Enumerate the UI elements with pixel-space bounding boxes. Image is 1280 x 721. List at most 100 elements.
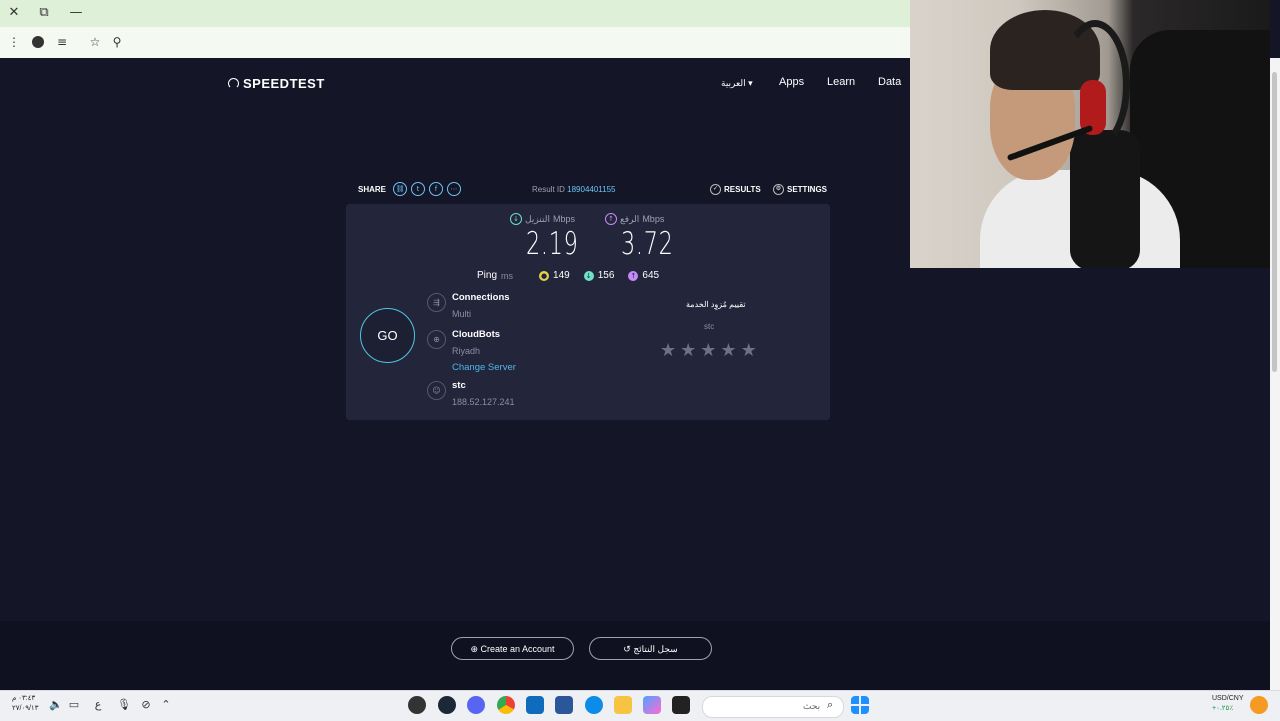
rate-provider-isp: stc <box>704 322 715 331</box>
speaker-icon[interactable]: 🔈 <box>48 697 64 713</box>
speedtest-logo[interactable]: SPEEDTEST <box>228 76 325 91</box>
result-id-label: Result ID <box>532 185 565 194</box>
results-button[interactable]: ✓ RESULTS <box>710 184 761 195</box>
currency-pair: USD/CNY <box>1212 695 1244 702</box>
camera-off-icon[interactable]: ⊘ <box>138 697 154 713</box>
results-history-button[interactable]: ↺ سجل النتائج <box>589 637 712 660</box>
restore-window-button[interactable]: ⧉ <box>34 4 54 22</box>
results-label: RESULTS <box>724 185 761 194</box>
rating-star-4[interactable]: ★ <box>720 340 736 361</box>
taskbar-search[interactable]: بحث ⌕ <box>702 696 844 718</box>
location-icon[interactable]: ⚲ <box>108 33 126 51</box>
discord-app-icon[interactable] <box>467 696 485 714</box>
browser-titlebar: ✕ ⧉ — <box>0 0 910 27</box>
copilot-app-icon[interactable] <box>643 696 661 714</box>
obs-app-icon[interactable] <box>408 696 426 714</box>
speedometer-icon <box>228 78 239 89</box>
download-arrow-icon: ↓ <box>510 213 522 225</box>
microphone-icon[interactable]: 🎙 <box>116 697 132 713</box>
history-icon: ↺ <box>623 644 634 654</box>
ping-download: ↓ 156 <box>583 270 615 281</box>
ping-unit: ms <box>501 270 514 281</box>
steam-app-icon[interactable] <box>438 696 456 714</box>
results-history-label: سجل النتائج <box>633 644 678 654</box>
more-icon[interactable]: ⋯ <box>447 182 462 196</box>
taskbar-clock[interactable]: ٠٣:٤٣ م ٢٧/٠٩/١٣ <box>12 694 38 714</box>
rating-star-3[interactable]: ★ <box>700 340 716 361</box>
ping-idle: ● 149 <box>539 270 570 281</box>
clock-date: ٢٧/٠٩/١٣ <box>12 705 39 712</box>
facebook-icon[interactable]: f <box>429 182 444 196</box>
twitter-icon[interactable]: t <box>411 182 426 196</box>
bookmark-star-icon[interactable]: ☆ <box>86 33 104 51</box>
isp-name: stc <box>452 380 466 391</box>
go-button[interactable]: GO <box>360 308 415 363</box>
download-speed-value: 2.19 <box>526 226 579 262</box>
language-selector[interactable]: العربية ▾ <box>721 78 753 89</box>
rating-star-2[interactable]: ★ <box>680 340 696 361</box>
result-id: Result ID 18904401155 <box>532 185 616 194</box>
globe-icon: ⊕ <box>427 330 446 349</box>
chevron-up-icon[interactable]: ⌃ <box>158 697 174 713</box>
link-icon[interactable]: ⛓ <box>393 182 408 196</box>
upload-unit: Mbps <box>642 214 665 224</box>
rating-star-1[interactable]: ★ <box>660 340 676 361</box>
input-language[interactable]: ع <box>90 697 106 713</box>
nav-apps[interactable]: Apps <box>779 76 804 88</box>
upload-header: ↑ الرفع Mbps <box>605 213 664 225</box>
weather-widget-icon[interactable] <box>1250 696 1268 714</box>
share-bar: SHARE ⛓ t f ⋯ <box>358 182 462 196</box>
check-circle-icon: ✓ <box>710 184 721 195</box>
nav-learn[interactable]: Learn <box>827 76 855 88</box>
settings-label: SETTINGS <box>787 185 828 194</box>
result-panel: ↓ التنزيل Mbps ↑ الرفع Mbps 2.19 3.72 Pi… <box>346 204 830 420</box>
footer-bar: ⊕ Create an Account ↺ سجل النتائج <box>0 621 1270 690</box>
nav-data[interactable]: Data <box>878 76 901 88</box>
scroll-thumb[interactable] <box>1272 72 1277 372</box>
ip-address: 188.52.127.241 <box>452 397 515 407</box>
start-menu-icon[interactable] <box>851 696 869 714</box>
server-city: Riyadh <box>452 346 481 356</box>
browser-toolbar: ⋮ ≡ ☆ ⚲ <box>0 27 910 59</box>
network-icon[interactable]: ▭ <box>66 697 82 713</box>
ping-upload-value: 645 <box>642 270 660 281</box>
rating-star-5[interactable]: ★ <box>741 340 757 361</box>
connections-icon: ⇶ <box>427 293 446 312</box>
upload-ping-icon: ↑ <box>628 270 639 281</box>
store-app-icon[interactable] <box>555 696 573 714</box>
upload-speed-value: 3.72 <box>621 226 674 262</box>
menu-icon[interactable]: ⋮ <box>5 33 23 51</box>
connections-value[interactable]: Multi <box>452 309 471 319</box>
terminal-app-icon[interactable] <box>672 696 690 714</box>
ping-upload: ↑ 645 <box>628 270 659 281</box>
page-scrollbar[interactable] <box>1270 58 1280 690</box>
currency-widget[interactable]: USD/CNY +٠.٢٥٪ <box>1212 694 1244 714</box>
download-unit: Mbps <box>552 214 575 224</box>
file-explorer-icon[interactable] <box>614 696 632 714</box>
add-user-icon: ⊕ <box>470 644 481 654</box>
minimize-window-button[interactable]: — <box>66 4 86 22</box>
reading-list-icon[interactable]: ≡ <box>53 33 71 51</box>
ping-row: Ping ms ● 149 ↓ 156 ↑ 645 <box>477 270 673 281</box>
rate-provider-title: تقييم مُزوِد الخدمة <box>686 300 746 309</box>
chrome-app-icon[interactable] <box>497 696 515 714</box>
connections-title: Connections <box>452 292 510 303</box>
create-account-button[interactable]: ⊕ Create an Account <box>451 637 574 660</box>
outlook-app-icon[interactable] <box>526 696 544 714</box>
ping-download-value: 156 <box>597 270 615 281</box>
upload-label: الرفع <box>620 213 640 224</box>
settings-button[interactable]: ⚙ SETTINGS <box>773 184 827 195</box>
close-window-button[interactable]: ✕ <box>4 4 24 22</box>
logo-text: SPEEDTEST <box>243 76 325 91</box>
upload-arrow-icon: ↑ <box>605 213 617 225</box>
change-server-link[interactable]: Change Server <box>452 362 516 373</box>
user-icon: ☺ <box>427 381 446 400</box>
share-label: SHARE <box>358 184 387 194</box>
gear-icon: ⚙ <box>773 184 784 195</box>
profile-avatar[interactable] <box>32 36 44 48</box>
download-ping-icon: ↓ <box>583 270 594 281</box>
ping-icon: ● <box>539 270 550 281</box>
edge-app-icon[interactable] <box>585 696 603 714</box>
result-id-value[interactable]: 18904401155 <box>567 185 615 194</box>
rating-stars: ★ ★ ★ ★ ★ <box>660 340 757 361</box>
